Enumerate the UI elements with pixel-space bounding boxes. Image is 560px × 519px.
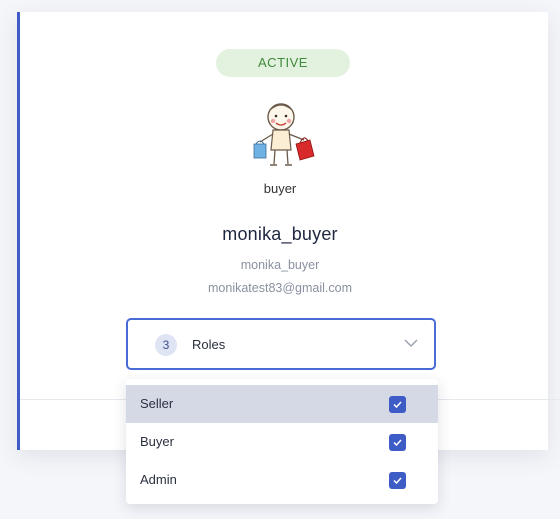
role-caption: buyer <box>263 181 297 196</box>
roles-select[interactable]: 3 Roles <box>126 318 436 370</box>
roles-dropdown-menu: Seller Buyer Admin <box>126 379 438 504</box>
chevron-down-icon <box>404 339 418 347</box>
shopper-avatar-illustration <box>253 103 315 166</box>
status-badge: ACTIVE <box>216 49 350 77</box>
checkmark-icon <box>393 439 402 446</box>
email-text: monikatest83@gmail.com <box>208 281 352 295</box>
role-option-buyer[interactable]: Buyer <box>126 423 438 461</box>
roles-count-badge: 3 <box>155 334 177 356</box>
role-option-admin[interactable]: Admin <box>126 461 438 499</box>
role-option-seller[interactable]: Seller <box>126 385 438 423</box>
display-name: monika_buyer <box>222 224 338 244</box>
checkmark-icon <box>393 401 402 408</box>
role-option-label: Buyer <box>140 434 174 449</box>
checkmark-icon <box>393 477 402 484</box>
username-text: monika_buyer <box>240 258 320 272</box>
role-option-label: Admin <box>140 472 177 487</box>
role-checkbox[interactable] <box>389 434 406 451</box>
role-checkbox[interactable] <box>389 472 406 489</box>
role-option-label: Seller <box>140 396 174 411</box>
roles-select-label: Roles <box>192 337 226 352</box>
role-checkbox[interactable] <box>389 396 406 413</box>
